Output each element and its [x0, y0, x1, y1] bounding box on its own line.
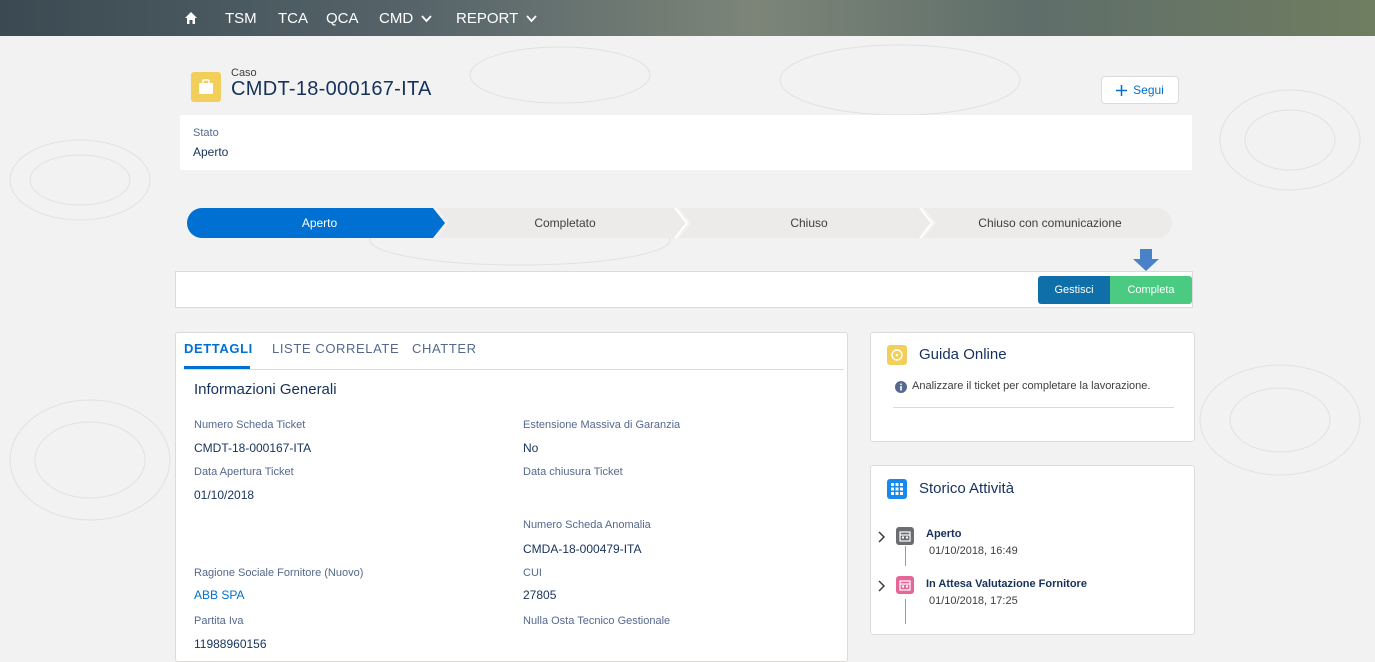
nav-item-label: CMD — [379, 10, 414, 27]
arrow-down-icon — [1133, 249, 1159, 271]
timeline-connector — [905, 599, 906, 624]
field-value-partita-iva: 11988960156 — [194, 637, 267, 651]
plus-icon — [1116, 84, 1128, 96]
field-label-estensione-massiva: Estensione Massiva di Garanzia — [523, 419, 681, 431]
case-icon — [191, 72, 221, 102]
chevron-down-icon — [421, 14, 432, 22]
divider — [893, 407, 1174, 408]
timeline-item-date: 01/10/2018, 16:49 — [929, 545, 1018, 557]
nav-item-label: REPORT — [456, 10, 519, 27]
status-panel: Stato Aperto — [180, 115, 1192, 170]
details-card: DETTAGLI LISTE CORRELATE CHATTER Informa… — [175, 332, 848, 662]
path-step-chiuso[interactable]: Chiuso — [689, 208, 929, 238]
path-step-chiuso-con-comunicazione[interactable]: Chiuso con comunicazione — [935, 208, 1165, 238]
field-value-ragione-sociale-link[interactable]: ABB SPA — [194, 588, 244, 602]
manage-button[interactable]: Gestisci — [1038, 276, 1110, 304]
path-step-aperto[interactable]: Aperto — [197, 208, 442, 238]
chevron-right-icon[interactable] — [877, 579, 887, 593]
info-icon — [895, 381, 907, 393]
field-value-numero-scheda-ticket: CMDT-18-000167-ITA — [194, 441, 312, 455]
field-label-data-chiusura: Data chiusura Ticket — [523, 466, 623, 478]
status-label: Stato — [193, 127, 219, 139]
nav-item-label: TSM — [225, 10, 257, 27]
nav-item-qca[interactable]: QCA — [326, 10, 359, 27]
nav-item-label: TCA — [278, 10, 308, 27]
section-title: Informazioni Generali — [194, 381, 337, 398]
follow-button[interactable]: Segui — [1101, 76, 1179, 104]
tab-chatter[interactable]: CHATTER — [412, 341, 477, 356]
tab-bar: DETTAGLI LISTE CORRELATE CHATTER — [184, 341, 844, 370]
nav-item-report[interactable]: REPORT — [456, 10, 537, 27]
field-label-partita-iva: Partita Iva — [194, 615, 244, 627]
nav-item-tca[interactable]: TCA — [278, 10, 308, 27]
tab-liste-correlate[interactable]: LISTE CORRELATE — [272, 341, 399, 356]
active-tab-indicator — [184, 366, 250, 369]
field-label-numero-scheda-ticket: Numero Scheda Ticket — [194, 419, 306, 431]
guida-text: Analizzare il ticket per completare la l… — [912, 380, 1151, 392]
field-value-data-apertura: 01/10/2018 — [194, 488, 255, 502]
record-header: Caso CMDT-18-000167-ITA Segui — [180, 62, 1192, 112]
record-title: CMDT-18-000167-ITA — [231, 78, 432, 100]
guida-online-card: Guida Online Analizzare il ticket per co… — [870, 332, 1195, 442]
help-icon — [887, 345, 907, 365]
chevron-down-icon — [526, 14, 537, 22]
calendar-icon — [896, 576, 914, 594]
guida-title: Guida Online — [919, 346, 1007, 363]
chevron-right-icon[interactable] — [877, 530, 887, 544]
field-label-numero-scheda-anomalia: Numero Scheda Anomalia — [523, 519, 651, 531]
field-label-cui: CUI — [523, 567, 542, 579]
nav-item-cmd[interactable]: CMD — [379, 10, 432, 27]
complete-button[interactable]: Completa — [1110, 276, 1192, 304]
field-value-numero-scheda-anomalia: CMDA-18-000479-ITA — [523, 542, 642, 556]
timeline-item-title[interactable]: In Attesa Valutazione Fornitore — [926, 578, 1087, 590]
status-path: Aperto Completato Chiuso Chiuso con comu… — [187, 208, 1172, 238]
calendar-icon — [896, 527, 914, 545]
storico-title: Storico Attività — [919, 480, 1015, 497]
field-label-nulla-osta: Nulla Osta Tecnico Gestionale — [523, 615, 671, 627]
nav-item-tsm[interactable]: TSM — [225, 10, 257, 27]
timeline-item-title[interactable]: Aperto — [926, 528, 961, 540]
field-value-estensione-massiva: No — [523, 441, 539, 455]
grid-icon — [887, 479, 907, 499]
nav-item-label: QCA — [326, 10, 359, 27]
status-value: Aperto — [193, 145, 229, 159]
timeline-connector — [905, 546, 906, 566]
path-step-completato[interactable]: Completato — [445, 208, 685, 238]
field-value-cui: 27805 — [523, 588, 557, 602]
timeline-item-date: 01/10/2018, 17:25 — [929, 595, 1018, 607]
top-navigation-bar: TSM TCA QCA CMD REPORT — [0, 0, 1375, 36]
storico-attivita-card: Storico Attività Aperto 01/10/2018, 16:4… — [870, 465, 1195, 635]
field-label-data-apertura: Data Apertura Ticket — [194, 466, 294, 478]
home-icon[interactable] — [184, 11, 198, 30]
field-label-ragione-sociale: Ragione Sociale Fornitore (Nuovo) — [194, 567, 364, 579]
tab-dettagli[interactable]: DETTAGLI — [184, 341, 253, 356]
follow-button-label: Segui — [1133, 83, 1164, 97]
